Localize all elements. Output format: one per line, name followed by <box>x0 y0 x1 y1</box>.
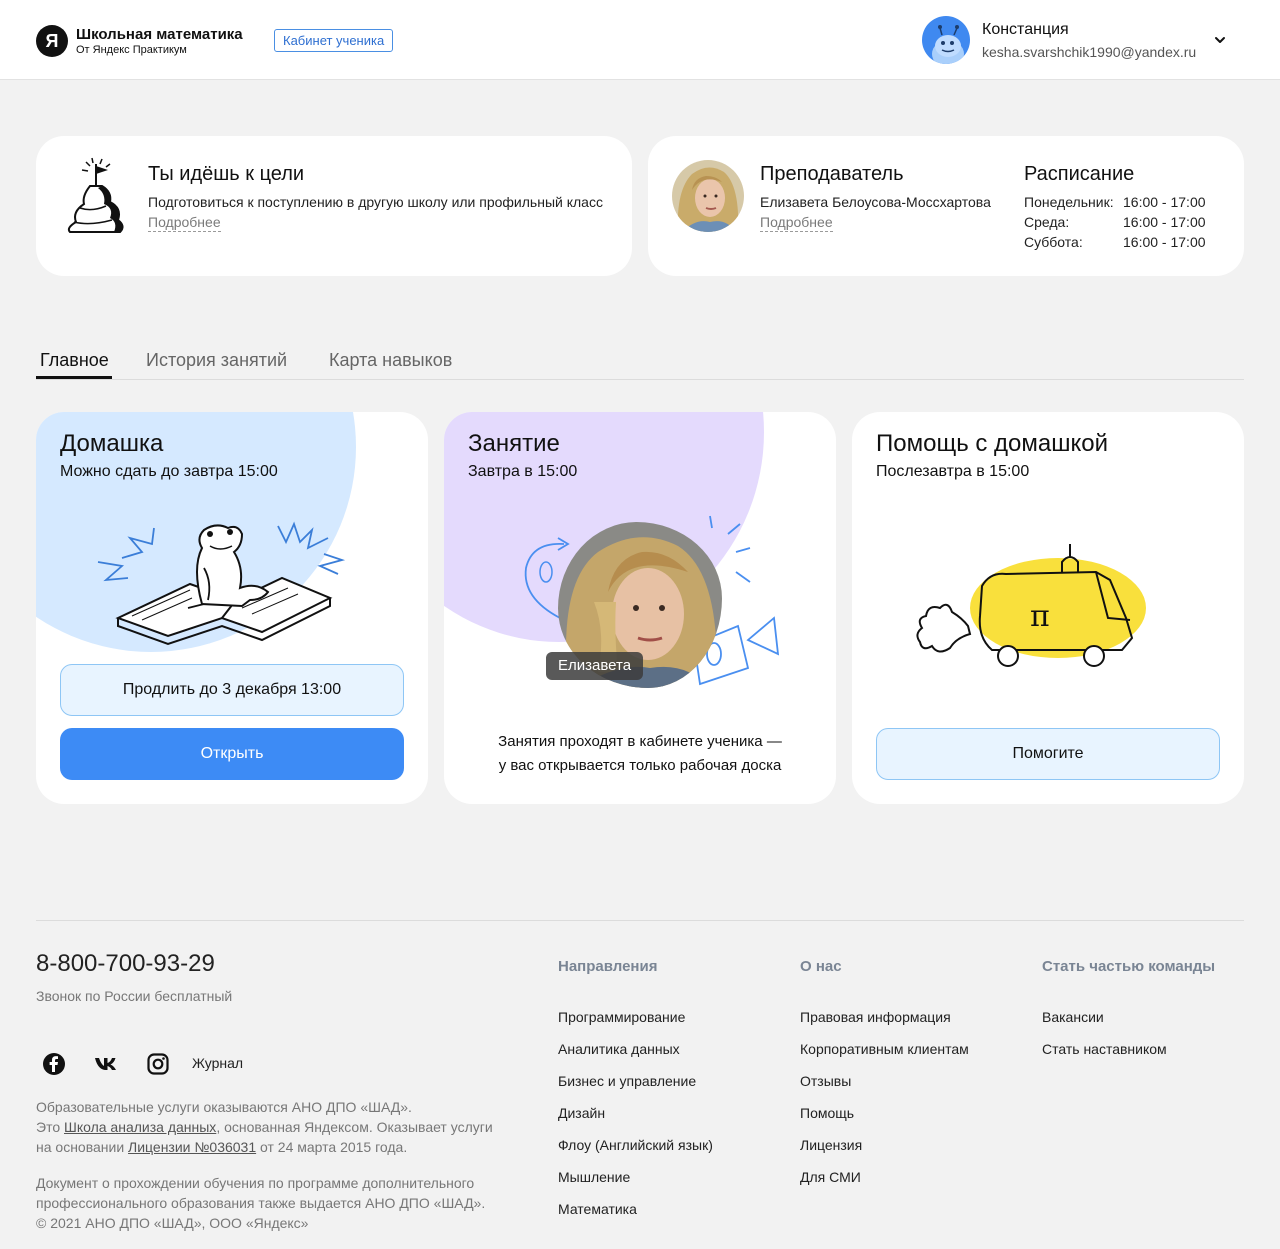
top-header: Я Школьная математика От Яндекс Практику… <box>0 0 1280 80</box>
user-avatar[interactable] <box>922 16 970 64</box>
teacher-photo <box>672 160 744 232</box>
schedule-time: 16:00 - 17:00 <box>1123 194 1206 210</box>
goal-more-link[interactable]: Подробнее <box>148 214 221 232</box>
certificate-info: Документ о прохождении обучения по прогр… <box>36 1173 506 1233</box>
schedule-row: Понедельник: 16:00 - 17:00 <box>1024 194 1206 210</box>
footer-column-title: Стать частью команды <box>1042 958 1216 975</box>
cabinet-badge: Кабинет ученика <box>274 29 394 52</box>
schedule-row: Среда: 16:00 - 17:00 <box>1024 214 1206 230</box>
goal-description: Подготовиться к поступлению в другую шко… <box>148 194 603 210</box>
homework-deadline: Можно сдать до завтра 15:00 <box>60 463 278 480</box>
tab-skills-map[interactable]: Карта навыков <box>329 350 452 371</box>
tab-history[interactable]: История занятий <box>146 350 287 371</box>
yandex-logo-icon[interactable]: Я <box>36 25 68 57</box>
extend-deadline-button[interactable]: Продлить до 3 декабря 13:00 <box>60 664 404 716</box>
lesson-note-line: Занятия проходят в кабинете ученика — <box>498 733 782 750</box>
legal-line: Это Школа анализа данных, основанная Янд… <box>36 1117 506 1137</box>
support-phone[interactable]: 8-800-700-93-29 <box>36 950 215 978</box>
homework-card: Домашка Можно сдать до завтра 15:00 Прод… <box>36 412 428 804</box>
footer-link[interactable]: Помощь <box>800 1105 854 1121</box>
footer-link[interactable]: Корпоративным клиентам <box>800 1041 969 1057</box>
schedule-title: Расписание <box>1024 163 1135 185</box>
footer-link[interactable]: Бизнес и управление <box>558 1073 696 1089</box>
legal-text: Это <box>36 1119 64 1135</box>
footer-link[interactable]: Отзывы <box>800 1073 851 1089</box>
footer-link[interactable]: Вакансии <box>1042 1009 1104 1025</box>
help-title: Помощь с домашкой <box>876 430 1109 457</box>
logo-subtitle: От Яндекс Практикум <box>76 44 187 56</box>
open-homework-button[interactable]: Открыть <box>60 728 404 780</box>
footer-column-title: Направления <box>558 958 658 975</box>
goal-title: Ты идёшь к цели <box>148 163 305 185</box>
legal-line: профессионального образования также выда… <box>36 1195 486 1211</box>
footer-link[interactable]: Правовая информация <box>800 1009 951 1025</box>
lesson-time: Завтра в 15:00 <box>468 463 578 480</box>
legal-line: на основании Лицензии №036031 от 24 март… <box>36 1137 506 1157</box>
lesson-title: Занятие <box>468 430 560 457</box>
logo-title[interactable]: Школьная математика <box>76 26 243 43</box>
user-name[interactable]: Констанция <box>982 21 1069 39</box>
schedule-day: Среда: <box>1024 214 1070 230</box>
journal-link[interactable]: Журнал <box>192 1055 243 1071</box>
lesson-note-line: у вас открывается только рабочая доска <box>498 757 782 774</box>
footer-link[interactable]: Для СМИ <box>800 1169 861 1185</box>
chevron-down-icon[interactable] <box>1212 32 1228 48</box>
license-link[interactable]: Лицензии №036031 <box>128 1139 256 1155</box>
legal-text: от 24 марта 2015 года. <box>256 1139 408 1155</box>
footer-link[interactable]: Математика <box>558 1201 637 1217</box>
instagram-icon[interactable] <box>146 1052 170 1076</box>
lesson-note: Занятия проходят в кабинете ученика — у … <box>464 730 816 778</box>
teacher-name-label: Елизавета <box>546 652 644 680</box>
schedule-time: 16:00 - 17:00 <box>1123 214 1206 230</box>
footer-divider <box>36 920 1244 921</box>
teacher-name: Елизавета Белоусова-Моссхартова <box>760 194 991 210</box>
user-email[interactable]: kesha.svarshchik1990@yandex.ru <box>982 44 1196 60</box>
homework-title: Домашка <box>60 430 164 457</box>
legal-text: , основанная Яндексом. Оказывает услуги <box>216 1119 493 1135</box>
frog-on-book-illustration <box>97 521 346 646</box>
footer-link[interactable]: Дизайн <box>558 1105 605 1121</box>
support-phone-note: Звонок по России бесплатный <box>36 988 233 1004</box>
teacher-title: Преподаватель <box>760 163 904 185</box>
legal-text: на основании <box>36 1139 129 1155</box>
footer-link[interactable]: Лицензия <box>800 1137 862 1153</box>
copyright: © 2021 АНО ДПО «ШАД», ООО «Яндекс» <box>36 1215 309 1231</box>
shad-link[interactable]: Школа анализа данных <box>64 1119 216 1135</box>
help-card: Помощь с домашкой Послезавтра в 15:00 π … <box>852 412 1244 804</box>
svg-text:π: π <box>1030 599 1050 634</box>
lesson-card: Занятие Завтра в 15:00 Елизавета Занятия… <box>444 412 836 804</box>
schedule-time: 16:00 - 17:00 <box>1123 234 1206 250</box>
tab-main[interactable]: Главное <box>40 350 109 371</box>
pi-truck-illustration: π <box>916 544 1146 667</box>
vk-icon[interactable] <box>94 1052 118 1076</box>
facebook-icon[interactable] <box>42 1052 66 1076</box>
mountain-flag-icon <box>67 157 124 233</box>
footer-column-title: О нас <box>800 958 842 975</box>
legal-line: Образовательные услуги оказываются АНО Д… <box>36 1099 412 1115</box>
footer-link[interactable]: Аналитика данных <box>558 1041 680 1057</box>
teacher-portrait <box>672 160 744 232</box>
legal-info: Образовательные услуги оказываются АНО Д… <box>36 1097 506 1157</box>
active-tab-indicator <box>36 376 112 379</box>
tabs-divider <box>36 379 1244 380</box>
schedule-row: Суббота: 16:00 - 17:00 <box>1024 234 1206 250</box>
legal-line: Документ о прохождении обучения по прогр… <box>36 1175 475 1191</box>
teacher-more-link[interactable]: Подробнее <box>760 214 833 232</box>
help-time: Послезавтра в 15:00 <box>876 463 1030 480</box>
avatar-creature-icon <box>932 25 964 64</box>
footer-link[interactable]: Стать наставником <box>1042 1041 1167 1057</box>
teacher-card: Преподаватель Елизавета Белоусова-Моссха… <box>648 136 1244 276</box>
footer-link[interactable]: Флоу (Английский язык) <box>558 1137 713 1153</box>
schedule-day: Суббота: <box>1024 234 1083 250</box>
schedule-day: Понедельник: <box>1024 194 1114 210</box>
footer-link[interactable]: Мышление <box>558 1169 630 1185</box>
request-help-button[interactable]: Помогите <box>876 728 1220 780</box>
footer-link[interactable]: Программирование <box>558 1009 685 1025</box>
goal-card: Ты идёшь к цели Подготовиться к поступле… <box>36 136 632 276</box>
